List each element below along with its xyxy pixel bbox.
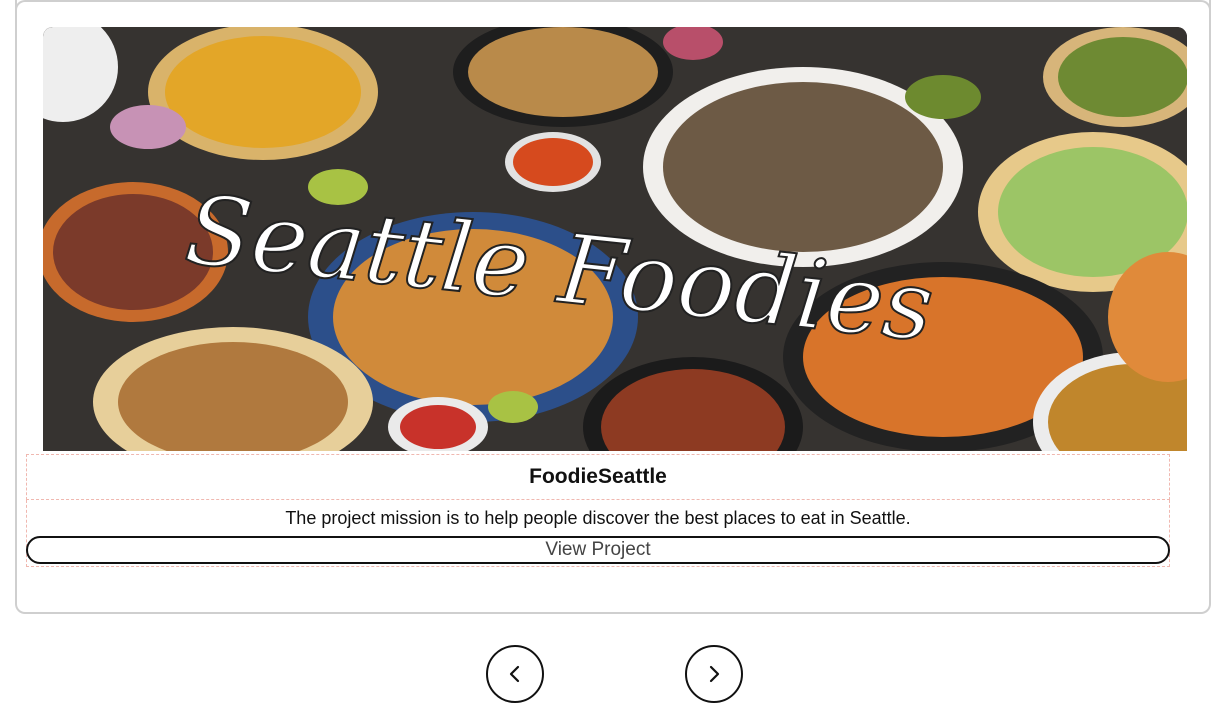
project-description: The project mission is to help people di… [285,508,911,528]
view-project-button[interactable]: View Project [26,536,1170,564]
project-title: FoodieSeattle [26,454,1170,500]
project-hero-image: Seattle Foodies [43,27,1187,451]
chevron-left-icon [509,665,520,683]
next-project-button[interactable] [685,645,743,703]
previous-project-button[interactable] [486,645,544,703]
food-collage-image: Seattle Foodies [43,27,1187,451]
chevron-right-icon [709,665,720,683]
project-description-box: The project mission is to help people di… [26,500,1170,567]
